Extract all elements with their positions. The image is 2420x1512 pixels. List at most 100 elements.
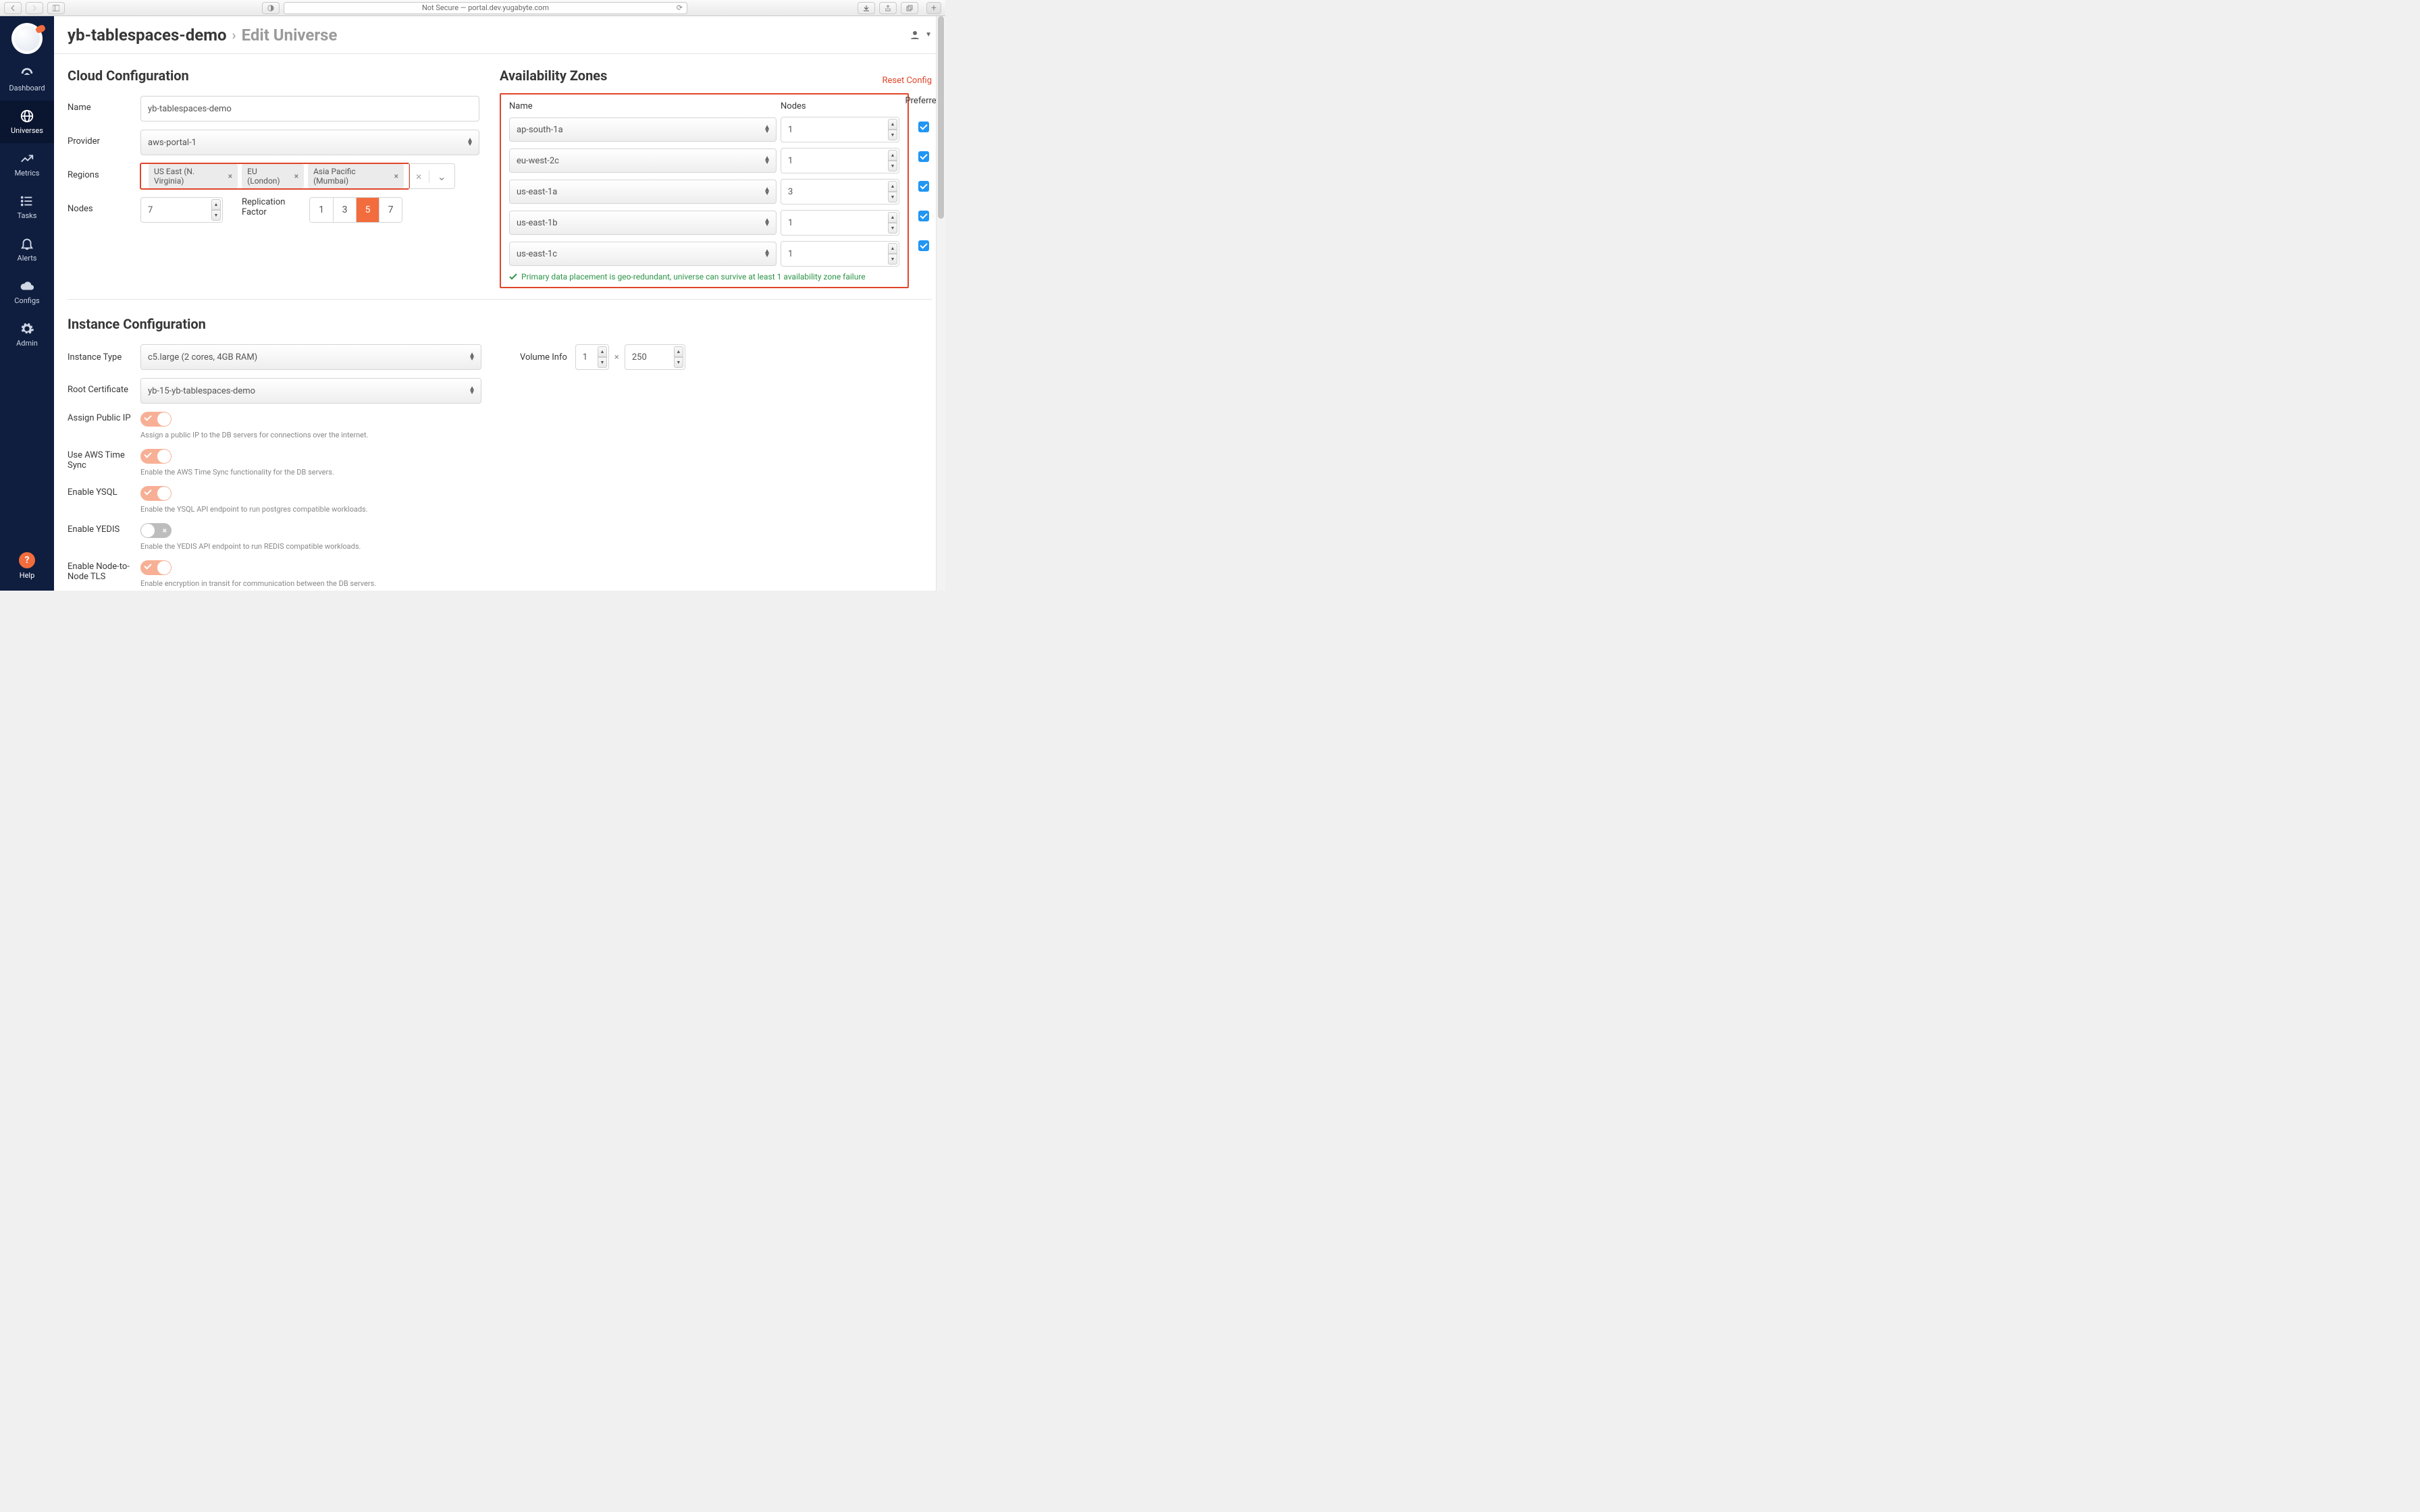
toggle-switch[interactable] [140,412,172,427]
multiply-icon: × [614,352,619,362]
tabs-button[interactable] [901,2,918,14]
stepper-up-icon[interactable]: ▲ [888,150,897,161]
stepper-up-icon[interactable]: ▲ [888,212,897,223]
cloud-icon [20,279,34,294]
remove-region-icon[interactable]: × [294,171,298,181]
sidebar-item-help[interactable]: ? Help [0,544,54,591]
instance-type-label: Instance Type [68,352,140,362]
help-icon: ? [19,552,35,568]
preferred-checkbox[interactable] [918,151,929,162]
select-arrows-icon: ▲▼ [467,138,473,146]
stepper-up-icon[interactable]: ▲ [598,346,607,357]
breadcrumb-title[interactable]: yb-tablespaces-demo [68,26,227,45]
az-nodes-stepper[interactable]: 1 ▲▼ [781,241,899,267]
toggle-label: Enable YSQL [68,486,140,497]
select-arrows-icon: ▲▼ [764,126,770,134]
address-text: Not Secure — portal.dev.yugabyte.com [422,3,549,12]
sidebar-item-tasks[interactable]: Tasks [0,186,54,228]
toggle-switch[interactable]: × [140,523,172,538]
scrollbar-thumb[interactable] [938,16,944,219]
logo[interactable] [11,23,43,54]
sidebar-item-alerts[interactable]: Alerts [0,228,54,271]
stepper-down-icon[interactable]: ▼ [888,223,897,234]
stepper-down-icon[interactable]: ▼ [598,357,607,368]
stepper-up-icon[interactable]: ▲ [211,199,221,210]
globe-icon [20,109,34,124]
sidebar-item-dashboard[interactable]: Dashboard [0,58,54,101]
az-nodes-stepper[interactable]: 1 ▲▼ [781,210,899,236]
toggle-switch[interactable] [140,486,172,501]
stepper-down-icon[interactable]: ▼ [888,130,897,140]
user-menu[interactable]: ▼ [909,29,932,41]
az-nodes-stepper[interactable]: 3 ▲▼ [781,179,899,205]
preferred-checkbox[interactable] [918,181,929,192]
shield-button[interactable] [262,2,280,14]
az-name-select[interactable]: us-east-1a ▲▼ [509,180,777,204]
az-name-select[interactable]: eu-west-2c ▲▼ [509,148,777,173]
clear-regions-icon[interactable]: × [409,170,429,183]
sidebar-item-universes[interactable]: Universes [0,101,54,143]
new-tab-button[interactable]: + [926,2,941,14]
rf-option-3[interactable]: 3 [333,198,356,222]
reset-config-link[interactable]: Reset Config [882,76,932,86]
stepper-down-icon[interactable]: ▼ [211,210,221,221]
nodes-label: Nodes [68,197,140,214]
provider-select[interactable]: aws-portal-1 ▲▼ [140,130,479,155]
regions-select[interactable]: US East (N. Virginia)× EU (London)× Asia… [144,166,408,186]
remove-region-icon[interactable]: × [394,171,398,181]
root-cert-select[interactable]: yb-15-yb-tablespaces-demo ▲▼ [140,378,481,404]
toggle-switch[interactable] [140,560,172,575]
sidebar-item-admin[interactable]: Admin [0,313,54,356]
az-nodes-stepper[interactable]: 1 ▲▼ [781,117,899,142]
stepper-up-icon[interactable]: ▲ [674,346,683,357]
stepper-down-icon[interactable]: ▼ [888,254,897,265]
forward-button[interactable] [26,2,43,14]
dashboard-icon [20,66,34,81]
breadcrumb-sub: Edit Universe [242,26,338,45]
remove-region-icon[interactable]: × [228,171,232,181]
sidebar-item-configs[interactable]: Configs [0,271,54,313]
preferred-checkbox[interactable] [918,240,929,251]
root-cert-label: Root Certificate [68,378,140,395]
preferred-checkbox[interactable] [918,211,929,221]
rf-label: Replication Factor [242,197,301,217]
stepper-up-icon[interactable]: ▲ [888,181,897,192]
caret-down-icon: ▼ [925,31,932,38]
address-bar[interactable]: Not Secure — portal.dev.yugabyte.com ⟳ [284,2,687,14]
sidebar-toggle-button[interactable] [47,2,65,14]
regions-dropdown-icon[interactable]: ⌄ [429,170,454,183]
rf-option-5[interactable]: 5 [356,198,379,222]
volume-count-stepper[interactable]: 1 ▲▼ [575,344,609,370]
download-button[interactable] [858,2,875,14]
stepper-up-icon[interactable]: ▲ [888,119,897,130]
chevron-right-icon: › [232,27,236,43]
toggle-switch[interactable] [140,449,172,464]
preferred-checkbox[interactable] [918,122,929,132]
stepper-down-icon[interactable]: ▼ [674,357,683,368]
az-name-select[interactable]: us-east-1c ▲▼ [509,242,777,266]
stepper-up-icon[interactable]: ▲ [888,243,897,254]
back-button[interactable] [4,2,22,14]
reload-icon[interactable]: ⟳ [677,3,683,12]
stepper-down-icon[interactable]: ▼ [888,161,897,171]
az-nodes-stepper[interactable]: 1 ▲▼ [781,148,899,173]
scrollbar[interactable] [936,16,945,591]
az-name-select[interactable]: ap-south-1a ▲▼ [509,117,777,142]
cloud-config-heading: Cloud Configuration [68,68,479,84]
nodes-stepper[interactable]: 7 ▲▼ [140,197,223,223]
regions-label: Regions [68,163,140,180]
az-name-select[interactable]: us-east-1b ▲▼ [509,211,777,235]
provider-label: Provider [68,130,140,146]
volume-size-stepper[interactable]: 250 ▲▼ [625,344,685,370]
rf-option-7[interactable]: 7 [379,198,402,222]
stepper-down-icon[interactable]: ▼ [888,192,897,202]
list-icon [20,194,34,209]
select-arrows-icon: ▲▼ [764,188,770,196]
name-input[interactable] [140,96,479,122]
toggle-label: Enable YEDIS [68,523,140,535]
select-arrows-icon: ▲▼ [764,219,770,227]
sidebar-item-metrics[interactable]: Metrics [0,143,54,186]
instance-type-select[interactable]: c5.large (2 cores, 4GB RAM) ▲▼ [140,344,481,370]
share-button[interactable] [879,2,897,14]
rf-option-1[interactable]: 1 [310,198,333,222]
